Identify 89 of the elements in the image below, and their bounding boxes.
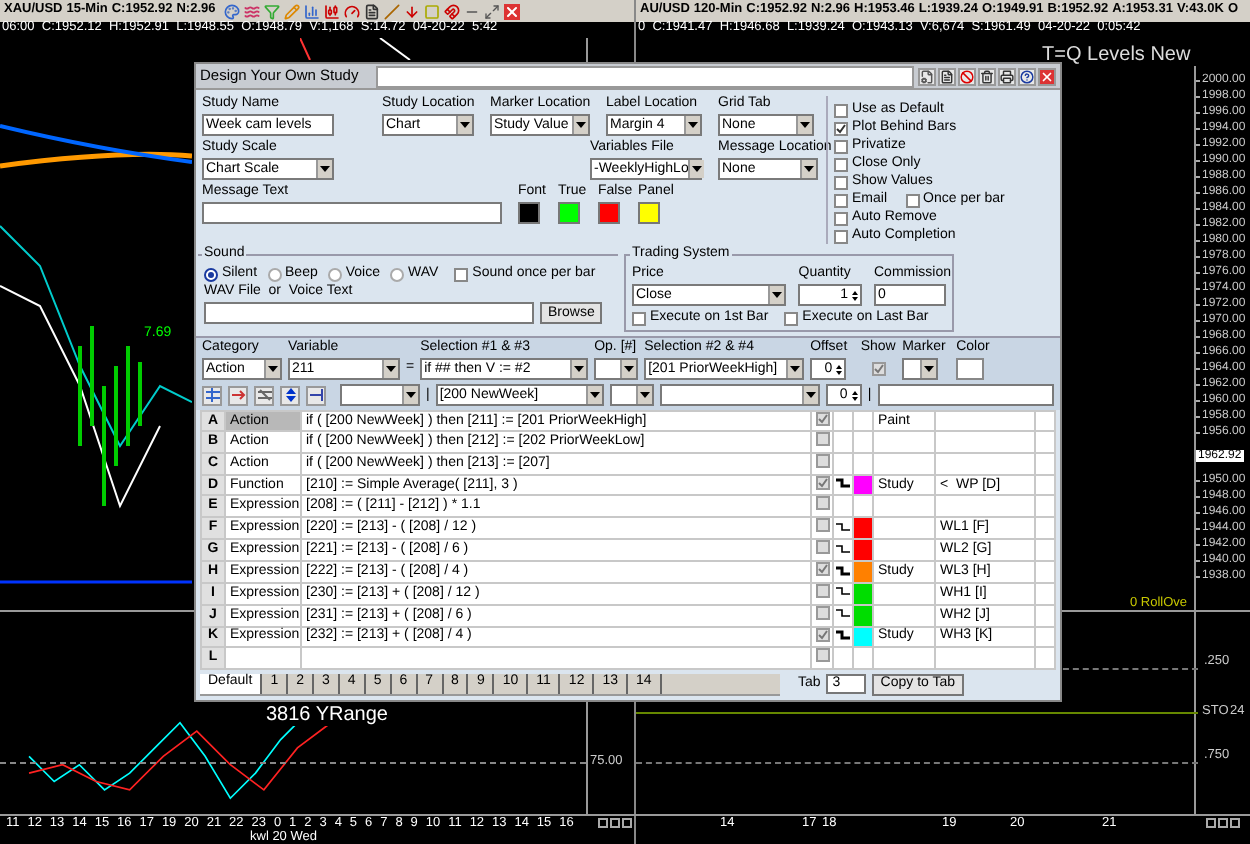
color-swatch[interactable] (598, 202, 620, 225)
pane-square-icon[interactable] (610, 818, 620, 828)
checkbox[interactable] (815, 432, 829, 447)
caret-icon (804, 166, 814, 173)
radio-button[interactable] (267, 267, 282, 282)
up-down-arrows-icon[interactable] (280, 385, 300, 406)
color-swatch[interactable] (518, 202, 540, 225)
checkbox[interactable] (834, 157, 848, 171)
caret-icon (386, 366, 396, 373)
caret-icon (805, 392, 816, 399)
checkbox[interactable] (815, 562, 829, 577)
caret-icon (406, 392, 416, 399)
insert-row-icon[interactable] (202, 385, 222, 406)
checkbox[interactable] (784, 311, 799, 326)
no-entry-icon[interactable] (958, 67, 976, 85)
checkbox[interactable] (815, 496, 829, 511)
waves-icon[interactable] (243, 3, 260, 19)
caret-icon (688, 122, 698, 129)
palette-icon[interactable] (223, 3, 240, 19)
funnel-icon[interactable] (263, 3, 280, 19)
spin-arrows-icon (852, 289, 858, 302)
help-icon[interactable] (1018, 67, 1036, 85)
checkbox[interactable] (815, 518, 829, 533)
input-field[interactable] (204, 302, 534, 325)
color-swatch[interactable] (956, 358, 985, 381)
document-icon[interactable] (363, 3, 380, 19)
checkbox[interactable] (905, 193, 920, 207)
pane-square-icon[interactable] (622, 818, 632, 828)
caret-icon (790, 366, 801, 373)
radio-button[interactable] (390, 267, 404, 282)
caret-icon (268, 366, 278, 373)
checkbox[interactable] (834, 139, 848, 153)
checkbox[interactable] (834, 193, 848, 207)
caret-icon (574, 366, 585, 373)
arrow-right-icon[interactable] (228, 385, 248, 406)
candlestick-icon[interactable] (323, 3, 340, 19)
color-swatch[interactable] (638, 202, 660, 225)
document-gear-icon[interactable] (918, 67, 936, 85)
radio-button[interactable] (327, 267, 342, 282)
dropdown[interactable] (594, 358, 639, 381)
color-swatch[interactable] (558, 202, 580, 225)
caret-icon (924, 366, 935, 373)
close-button[interactable] (1038, 67, 1056, 85)
checkbox[interactable] (834, 229, 848, 243)
checkbox[interactable] (454, 267, 469, 282)
checkbox[interactable] (871, 362, 886, 377)
magnet-icon[interactable] (443, 3, 460, 19)
caret-icon (589, 392, 600, 399)
checkbox[interactable] (632, 311, 646, 326)
checkbox[interactable] (815, 412, 829, 427)
down-arrow-icon[interactable] (403, 3, 420, 19)
pencil-icon[interactable] (283, 3, 300, 19)
checkbox[interactable] (834, 211, 848, 225)
document-icon[interactable] (938, 67, 956, 85)
caret-icon (639, 392, 650, 399)
dropdown[interactable] (609, 384, 654, 407)
caret-icon (460, 122, 470, 129)
spin-arrows-icon (851, 389, 858, 402)
checkbox[interactable] (834, 175, 848, 189)
caret-icon (772, 292, 783, 299)
input-field[interactable] (877, 384, 1054, 407)
line-end-icon[interactable] (306, 385, 326, 406)
caret-icon (320, 166, 330, 173)
caret-icon (624, 366, 635, 373)
checkbox[interactable] (815, 476, 829, 491)
caret-icon (800, 122, 810, 129)
study-title: 3816 YRange (266, 704, 388, 726)
checkbox[interactable] (815, 540, 829, 555)
pane-square-icon[interactable] (1206, 818, 1216, 828)
radio-button[interactable] (204, 267, 218, 282)
pane-square-icon[interactable] (1230, 818, 1240, 828)
dropdown[interactable] (902, 358, 939, 381)
checkbox[interactable] (834, 103, 848, 117)
checkbox[interactable] (834, 121, 848, 135)
trash-icon[interactable] (978, 67, 996, 85)
printer-icon[interactable] (998, 67, 1016, 85)
caret-icon (576, 122, 586, 129)
caret-icon (692, 166, 703, 173)
bar-chart-icon[interactable] (303, 3, 320, 19)
study-title: T=Q Levels New (1042, 44, 1191, 66)
input-field[interactable] (202, 202, 502, 225)
gauge-icon[interactable] (343, 3, 360, 19)
maximize-icon[interactable] (483, 3, 500, 19)
spin-arrows-icon (836, 363, 843, 376)
delete-row-icon[interactable] (254, 385, 274, 406)
pane-square-icon[interactable] (1218, 818, 1228, 828)
pane-square-icon[interactable] (598, 818, 608, 828)
title-field[interactable] (376, 65, 914, 87)
checkbox[interactable] (815, 454, 829, 469)
